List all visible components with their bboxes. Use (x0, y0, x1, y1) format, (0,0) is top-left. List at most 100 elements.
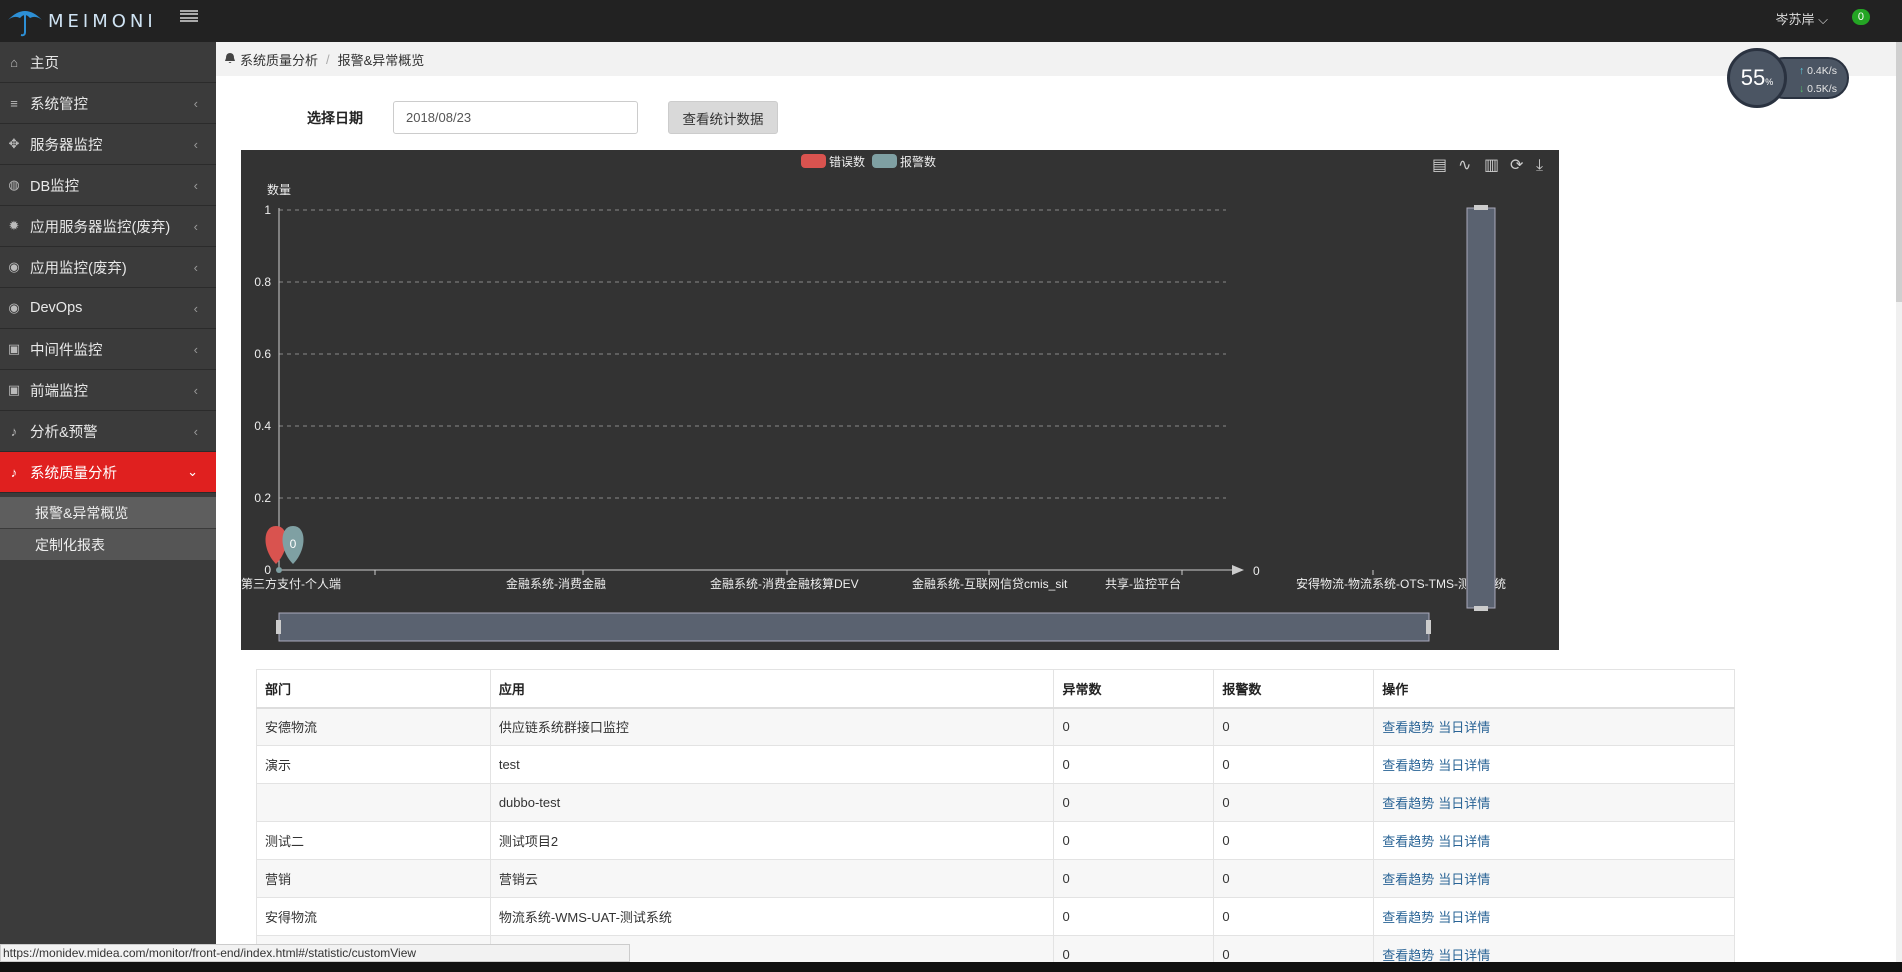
data-view-icon[interactable]: ▤ (1432, 157, 1447, 174)
date-label: 选择日期 (307, 110, 363, 126)
table-cell-errors: 0 (1053, 707, 1215, 746)
sidebar-item-7[interactable]: ▣ 中间件监控 ‹ (0, 329, 216, 370)
sidebar-item-label: DB监控 (30, 178, 80, 195)
view-trend-link[interactable]: 查看趋势 (1382, 834, 1434, 849)
network-speed-widget[interactable]: 55% ↑ 0.4K/s ↓ 0.5K/s (1727, 48, 1849, 108)
user-menu[interactable]: 岑苏岸 ⌵ (1776, 9, 1828, 28)
sidebar-item-6[interactable]: ◉ DevOps ‹ (0, 288, 216, 329)
sidebar-subitem-alarm-overview[interactable]: 报警&异常概览 (0, 497, 216, 528)
sidebar-item-label: 中间件监控 (30, 342, 103, 359)
x-zoom-handle-right[interactable] (1426, 620, 1431, 634)
x-tick-label: 第三方支付-个人端 (241, 576, 341, 591)
briefcase-icon: ▣ (7, 341, 21, 356)
table-header[interactable]: 异常数 (1053, 669, 1215, 709)
day-detail-link[interactable]: 当日详情 (1438, 720, 1490, 735)
x-zoom-slider[interactable] (278, 612, 1430, 642)
notification-badge[interactable]: 0 (1851, 9, 1870, 25)
table-cell-actions: 查看趋势 当日详情 (1373, 897, 1735, 936)
y-zoom-handle-top[interactable] (1474, 205, 1488, 210)
download-icon[interactable]: ⤓ (1536, 157, 1543, 174)
table-row: 测试二 测试项目2 0 0 查看趋势 当日详情 (256, 821, 1735, 860)
axis-origin-dot (276, 567, 282, 573)
table-cell-alarms: 0 (1213, 707, 1375, 746)
logo[interactable]: MEIMONI (6, 2, 157, 40)
y-tick-label: 0.2 (254, 491, 271, 505)
table-cell-alarms: 0 (1213, 783, 1375, 822)
table-cell-app: 测试项目2 (489, 821, 1055, 860)
table-cell-actions: 查看趋势 当日详情 (1373, 745, 1735, 784)
y-axis-label: 数量 (267, 182, 291, 197)
crosshair-icon: ✥ (8, 136, 20, 151)
sidebar-item-3[interactable]: ◍ DB监控 ‹ (0, 165, 216, 206)
view-trend-link[interactable]: 查看趋势 (1382, 910, 1434, 925)
table-cell-app: dubbo-test (489, 783, 1055, 822)
query-stats-button[interactable]: 查看统计数据 (668, 101, 778, 134)
sidebar-item-label: 分析&预警 (30, 424, 98, 441)
line-chart-icon[interactable]: ∿ (1458, 157, 1471, 174)
table-cell-dept: 测试二 (256, 821, 491, 860)
x-tick-label: 金融系统-消费金融 (506, 576, 606, 591)
home-icon: ⌂ (10, 54, 18, 70)
day-detail-link[interactable]: 当日详情 (1438, 872, 1490, 887)
table-row: 安得物流 物流系统-WMS-UAT-测试系统 0 0 查看趋势 当日详情 (256, 897, 1735, 936)
table-header[interactable]: 操作 (1373, 669, 1735, 709)
table-cell-actions: 查看趋势 当日详情 (1373, 821, 1735, 860)
view-trend-link[interactable]: 查看趋势 (1382, 720, 1434, 735)
table-header[interactable]: 部门 (256, 669, 491, 709)
eye-icon: ◉ (8, 259, 20, 274)
bar-chart-icon[interactable]: ▥ (1484, 157, 1499, 174)
table-header[interactable]: 应用 (489, 669, 1055, 709)
sidebar-item-2[interactable]: ✥ 服务器监控 ‹ (0, 124, 216, 165)
bell-icon (224, 52, 236, 67)
y-zoom-handle-bottom[interactable] (1474, 606, 1488, 611)
chevron-left-icon: ‹ (193, 382, 198, 398)
table-cell-app: 供应链系统群接口监控 (489, 707, 1055, 746)
page-scrollbar[interactable] (1896, 42, 1902, 972)
download-arrow-icon: ↓ (1799, 83, 1805, 95)
sidebar-item-0[interactable]: ⌂ 主页 (0, 42, 216, 83)
table-cell-actions: 查看趋势 当日详情 (1373, 707, 1735, 746)
sidebar-item-10[interactable]: ♪ 系统质量分析 ⌄ (0, 452, 216, 493)
table-row: 营销 营销云 0 0 查看趋势 当日详情 (256, 859, 1735, 898)
eye-icon: ◉ (8, 300, 20, 315)
day-detail-link[interactable]: 当日详情 (1438, 948, 1490, 963)
statistics-table: 部门 应用 异常数 报警数 操作 安德物流 供应链系统群接口监控 0 0 查看趋势 当日详情 演示 t… (256, 669, 1735, 972)
refresh-icon[interactable]: ⟳ (1510, 157, 1524, 174)
menu-toggle-icon[interactable] (180, 9, 198, 23)
view-trend-link[interactable]: 查看趋势 (1382, 796, 1434, 811)
date-input[interactable] (393, 101, 638, 134)
briefcase-icon: ▣ (7, 382, 21, 397)
table-header[interactable]: 报警数 (1213, 669, 1375, 709)
chevron-left-icon: ‹ (193, 423, 198, 439)
day-detail-link[interactable]: 当日详情 (1438, 796, 1490, 811)
alarm-error-chart: 错误数 报警数 ▤ ∿ ▥ ⟳ ⤓ 数量 0 0.2 0.4 0.6 0.8 1 0 第三方支付-个人端 金融系… (241, 150, 1559, 650)
bell-icon: ♪ (10, 423, 18, 439)
day-detail-link[interactable]: 当日详情 (1438, 910, 1490, 925)
sidebar-item-8[interactable]: ▣ 前端监控 ‹ (0, 370, 216, 411)
y-zoom-slider[interactable] (1466, 207, 1496, 609)
table-cell-alarms: 0 (1213, 897, 1375, 936)
sidebar-item-9[interactable]: ♪ 分析&预警 ‹ (0, 411, 216, 452)
table-row: dubbo-test 0 0 查看趋势 当日详情 (256, 783, 1735, 822)
breadcrumb-parent[interactable]: 系统质量分析 (240, 50, 318, 69)
day-detail-link[interactable]: 当日详情 (1438, 834, 1490, 849)
view-trend-link[interactable]: 查看趋势 (1382, 948, 1434, 963)
day-detail-link[interactable]: 当日详情 (1438, 758, 1490, 773)
x-zoom-handle-left[interactable] (276, 620, 281, 634)
sidebar-item-5[interactable]: ◉ 应用监控(废弃) ‹ (0, 247, 216, 288)
sidebar-item-label: 系统管控 (30, 96, 88, 113)
sidebar-subitem-custom-report[interactable]: 定制化报表 (0, 529, 216, 560)
table-cell-alarms: 0 (1213, 859, 1375, 898)
legend-swatch (801, 154, 826, 168)
umbrella-logo-icon (8, 11, 42, 37)
x-axis-arrow-icon (1232, 565, 1244, 575)
sidebar-item-4[interactable]: ✹ 应用服务器监控(废弃) ‹ (0, 206, 216, 247)
sidebar-item-1[interactable]: ≡ 系统管控 ‹ (0, 83, 216, 124)
table-cell-errors: 0 (1053, 783, 1215, 822)
memory-percent: 55% (1727, 48, 1787, 108)
globe-icon: ◍ (8, 177, 20, 192)
view-trend-link[interactable]: 查看趋势 (1382, 758, 1434, 773)
list-icon: ≡ (10, 95, 18, 111)
view-trend-link[interactable]: 查看趋势 (1382, 872, 1434, 887)
sidebar-item-label: 应用服务器监控(废弃) (30, 219, 171, 236)
